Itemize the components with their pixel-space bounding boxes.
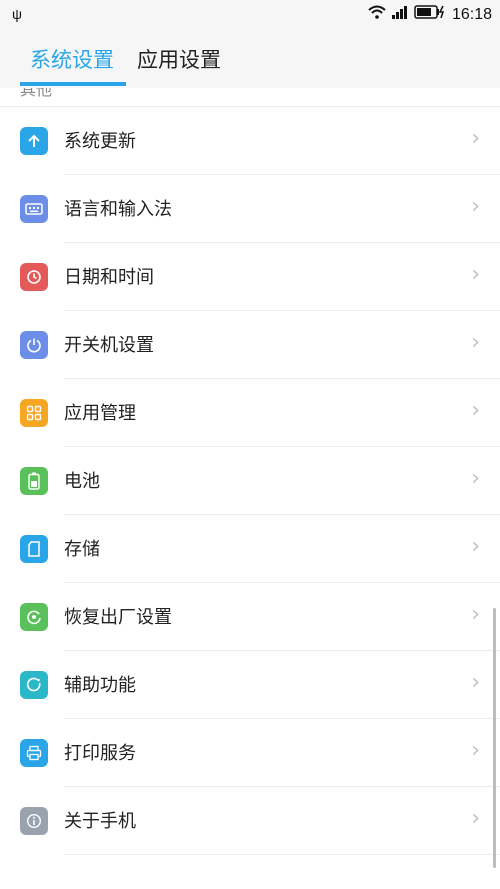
active-tab-indicator [20, 82, 126, 86]
scrollbar[interactable] [493, 608, 496, 868]
tab-system-settings[interactable]: 系统设置 [30, 44, 114, 74]
list-item-label: 存储 [64, 539, 100, 560]
list-item-accessibility[interactable]: 辅助功能 › [0, 651, 500, 719]
list-item-label: 语言和输入法 [64, 199, 172, 220]
chevron-right-icon: › [471, 398, 480, 423]
list-item-power-schedule[interactable]: 开关机设置 › [0, 311, 500, 379]
list-item-battery[interactable]: 电池 › [0, 447, 500, 515]
tab-bar: 系统设置 应用设置 [0, 30, 500, 88]
printer-icon [20, 739, 48, 767]
chevron-right-icon: › [471, 806, 480, 831]
chevron-right-icon: › [471, 738, 480, 763]
list-item-print-service[interactable]: 打印服务 › [0, 719, 500, 787]
clock-time: 16:18 [451, 5, 492, 23]
chevron-right-icon: › [471, 194, 480, 219]
section-header-other: 其他 [20, 88, 53, 99]
chevron-right-icon: › [471, 330, 480, 355]
list-item-label: 开关机设置 [64, 335, 154, 356]
power-icon [20, 331, 48, 359]
list-item-label: 电池 [64, 471, 100, 492]
chevron-right-icon: › [471, 466, 480, 491]
chevron-right-icon: › [471, 262, 480, 287]
settings-list: 其他 系统更新 › 语言和输入法 › 日期和时间 › 开关机设置 › 应用管理 … [0, 88, 500, 889]
list-item-label: 应用管理 [64, 403, 136, 424]
chevron-right-icon: › [471, 670, 480, 695]
list-item-label: 日期和时间 [64, 267, 154, 288]
usb-icon: ψ [12, 6, 22, 22]
list-item-app-management[interactable]: 应用管理 › [0, 379, 500, 447]
list-item-system-update[interactable]: 系统更新 › [0, 107, 500, 175]
tab-app-settings[interactable]: 应用设置 [137, 44, 221, 74]
apps-grid-icon [20, 399, 48, 427]
accessibility-icon [20, 671, 48, 699]
chevron-right-icon: › [471, 534, 480, 559]
battery-charging-icon [414, 5, 446, 24]
list-item-label: 系统更新 [64, 131, 136, 152]
list-item-label: 恢复出厂设置 [64, 607, 172, 628]
list-item-language-input[interactable]: 语言和输入法 › [0, 175, 500, 243]
chevron-right-icon: › [471, 126, 480, 151]
list-item-label: 关于手机 [64, 811, 136, 832]
chevron-right-icon: › [471, 602, 480, 627]
signal-icon [391, 5, 408, 24]
sd-card-icon [20, 535, 48, 563]
list-item-storage[interactable]: 存储 › [0, 515, 500, 583]
battery-icon [20, 467, 48, 495]
status-right: 16:18 [368, 5, 492, 24]
restore-icon [20, 603, 48, 631]
wifi-icon [368, 5, 386, 24]
keyboard-icon [20, 195, 48, 223]
list-item-date-time[interactable]: 日期和时间 › [0, 243, 500, 311]
arrow-up-icon [20, 127, 48, 155]
info-icon [20, 807, 48, 835]
divider [64, 854, 500, 855]
list-item-label: 辅助功能 [64, 675, 136, 696]
list-item-about-phone[interactable]: 关于手机 › [0, 787, 500, 855]
list-item-factory-reset[interactable]: 恢复出厂设置 › [0, 583, 500, 651]
list-item-label: 打印服务 [64, 743, 136, 764]
status-bar: ψ 16:18 [0, 0, 500, 30]
clock-icon [20, 263, 48, 291]
